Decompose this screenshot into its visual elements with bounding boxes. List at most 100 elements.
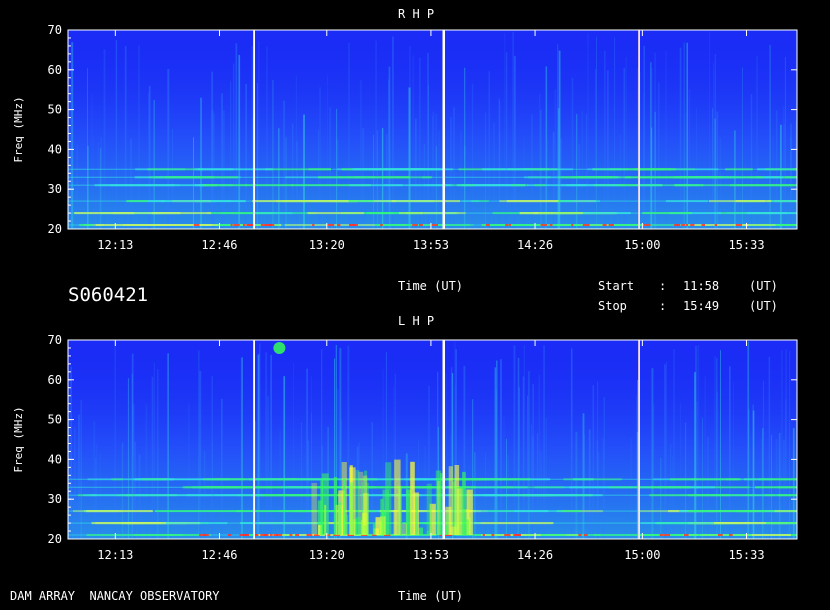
emission-speckle [684, 534, 689, 536]
noise-streak [518, 387, 520, 539]
noise-streak [100, 137, 102, 229]
noise-streak [607, 70, 609, 229]
noise-streak [412, 55, 415, 229]
noise-streak [200, 97, 202, 229]
noise-streak [283, 100, 285, 229]
noise-streak [604, 50, 606, 229]
x-tick-label: 14:26 [517, 238, 553, 252]
noise-streak [494, 367, 496, 539]
emission-speckle [735, 224, 743, 226]
noise-streak [623, 67, 626, 229]
noise-streak [471, 83, 474, 229]
emission-speckle [193, 224, 200, 226]
burst-patch [355, 470, 360, 535]
y-tick-label: 20 [48, 532, 62, 546]
noise-streak [571, 77, 574, 229]
noise-streak [713, 62, 715, 229]
burst-patch [372, 524, 376, 535]
noise-streak [329, 107, 331, 229]
noise-streak [530, 424, 532, 539]
noise-streak [654, 52, 656, 229]
noise-streak [685, 422, 687, 539]
noise-streak [145, 404, 148, 539]
burst-patch [394, 459, 401, 535]
x-tick-label: 13:53 [413, 238, 449, 252]
noise-streak [685, 113, 686, 229]
noise-streak [697, 345, 700, 539]
emission-speckle [514, 534, 521, 536]
noise-streak [488, 71, 490, 229]
noise-streak [93, 139, 94, 229]
emission-speckle [349, 224, 353, 226]
start-separator: : [659, 279, 667, 293]
emission-speckle [265, 224, 272, 226]
y-axis-label: Freq (MHz) [12, 406, 25, 472]
noise-streak [460, 131, 462, 229]
noise-streak [153, 100, 155, 229]
emission-speckle [578, 534, 582, 536]
emission-band-line [68, 486, 797, 488]
noise-streak [95, 457, 97, 539]
stop-value: 15:49 [683, 299, 720, 313]
noise-streak [543, 345, 545, 539]
noise-streak [512, 31, 514, 229]
x-tick-label: 13:53 [413, 548, 449, 562]
time-marker [638, 340, 640, 539]
noise-streak [232, 63, 235, 229]
noise-streak [532, 384, 534, 539]
emission-speckle [227, 534, 232, 536]
time-axis-label-bottom: Time (UT) [398, 589, 464, 603]
emission-speckle [199, 534, 206, 536]
observation-id: S060421 [68, 284, 149, 306]
noise-streak [658, 82, 660, 229]
noise-streak [651, 368, 654, 539]
noise-streak [595, 69, 597, 229]
noise-streak [496, 360, 498, 539]
stop-label: Stop [598, 299, 627, 313]
burst-patch [320, 480, 323, 535]
noise-streak [114, 341, 116, 539]
noise-streak [272, 79, 274, 229]
noise-streak [211, 71, 214, 229]
noise-streak [131, 373, 134, 539]
noise-streak [295, 75, 297, 229]
emission-speckle [352, 224, 358, 226]
noise-streak [614, 37, 616, 229]
noise-streak [419, 57, 421, 229]
emission-band-line [68, 168, 797, 170]
noise-streak [80, 400, 82, 539]
noise-streak [167, 69, 170, 229]
noise-streak [670, 444, 672, 539]
noise-streak [602, 438, 604, 539]
noise-streak [752, 410, 755, 539]
y-tick-label: 30 [48, 492, 62, 506]
y-tick-label: 50 [48, 103, 62, 117]
noise-streak [130, 138, 132, 229]
noise-streak [121, 442, 124, 539]
burst-patch [311, 482, 317, 535]
time-marker [253, 340, 255, 539]
noise-streak [666, 361, 667, 539]
noise-streak [719, 137, 722, 229]
emission-speckle [485, 224, 490, 226]
burst-patch [349, 482, 354, 535]
noise-streak [522, 376, 525, 539]
noise-streak [371, 422, 373, 539]
noise-streak [301, 422, 302, 539]
emission-speckle [239, 534, 247, 536]
noise-streak [585, 113, 587, 229]
x-tick-label: 13:20 [309, 548, 345, 562]
noise-streak [772, 135, 774, 229]
noise-streak [153, 362, 155, 539]
emission-speckle [643, 224, 651, 226]
noise-streak [704, 376, 706, 539]
noise-streak [665, 50, 667, 229]
x-tick-label: 12:46 [201, 548, 237, 562]
noise-streak [221, 93, 223, 229]
emission-band-line [68, 212, 797, 214]
noise-streak [672, 454, 673, 539]
emission-band-line [68, 494, 797, 496]
noise-streak [790, 136, 792, 229]
x-tick-label: 12:13 [97, 548, 133, 562]
stop-unit: (UT) [749, 299, 778, 313]
